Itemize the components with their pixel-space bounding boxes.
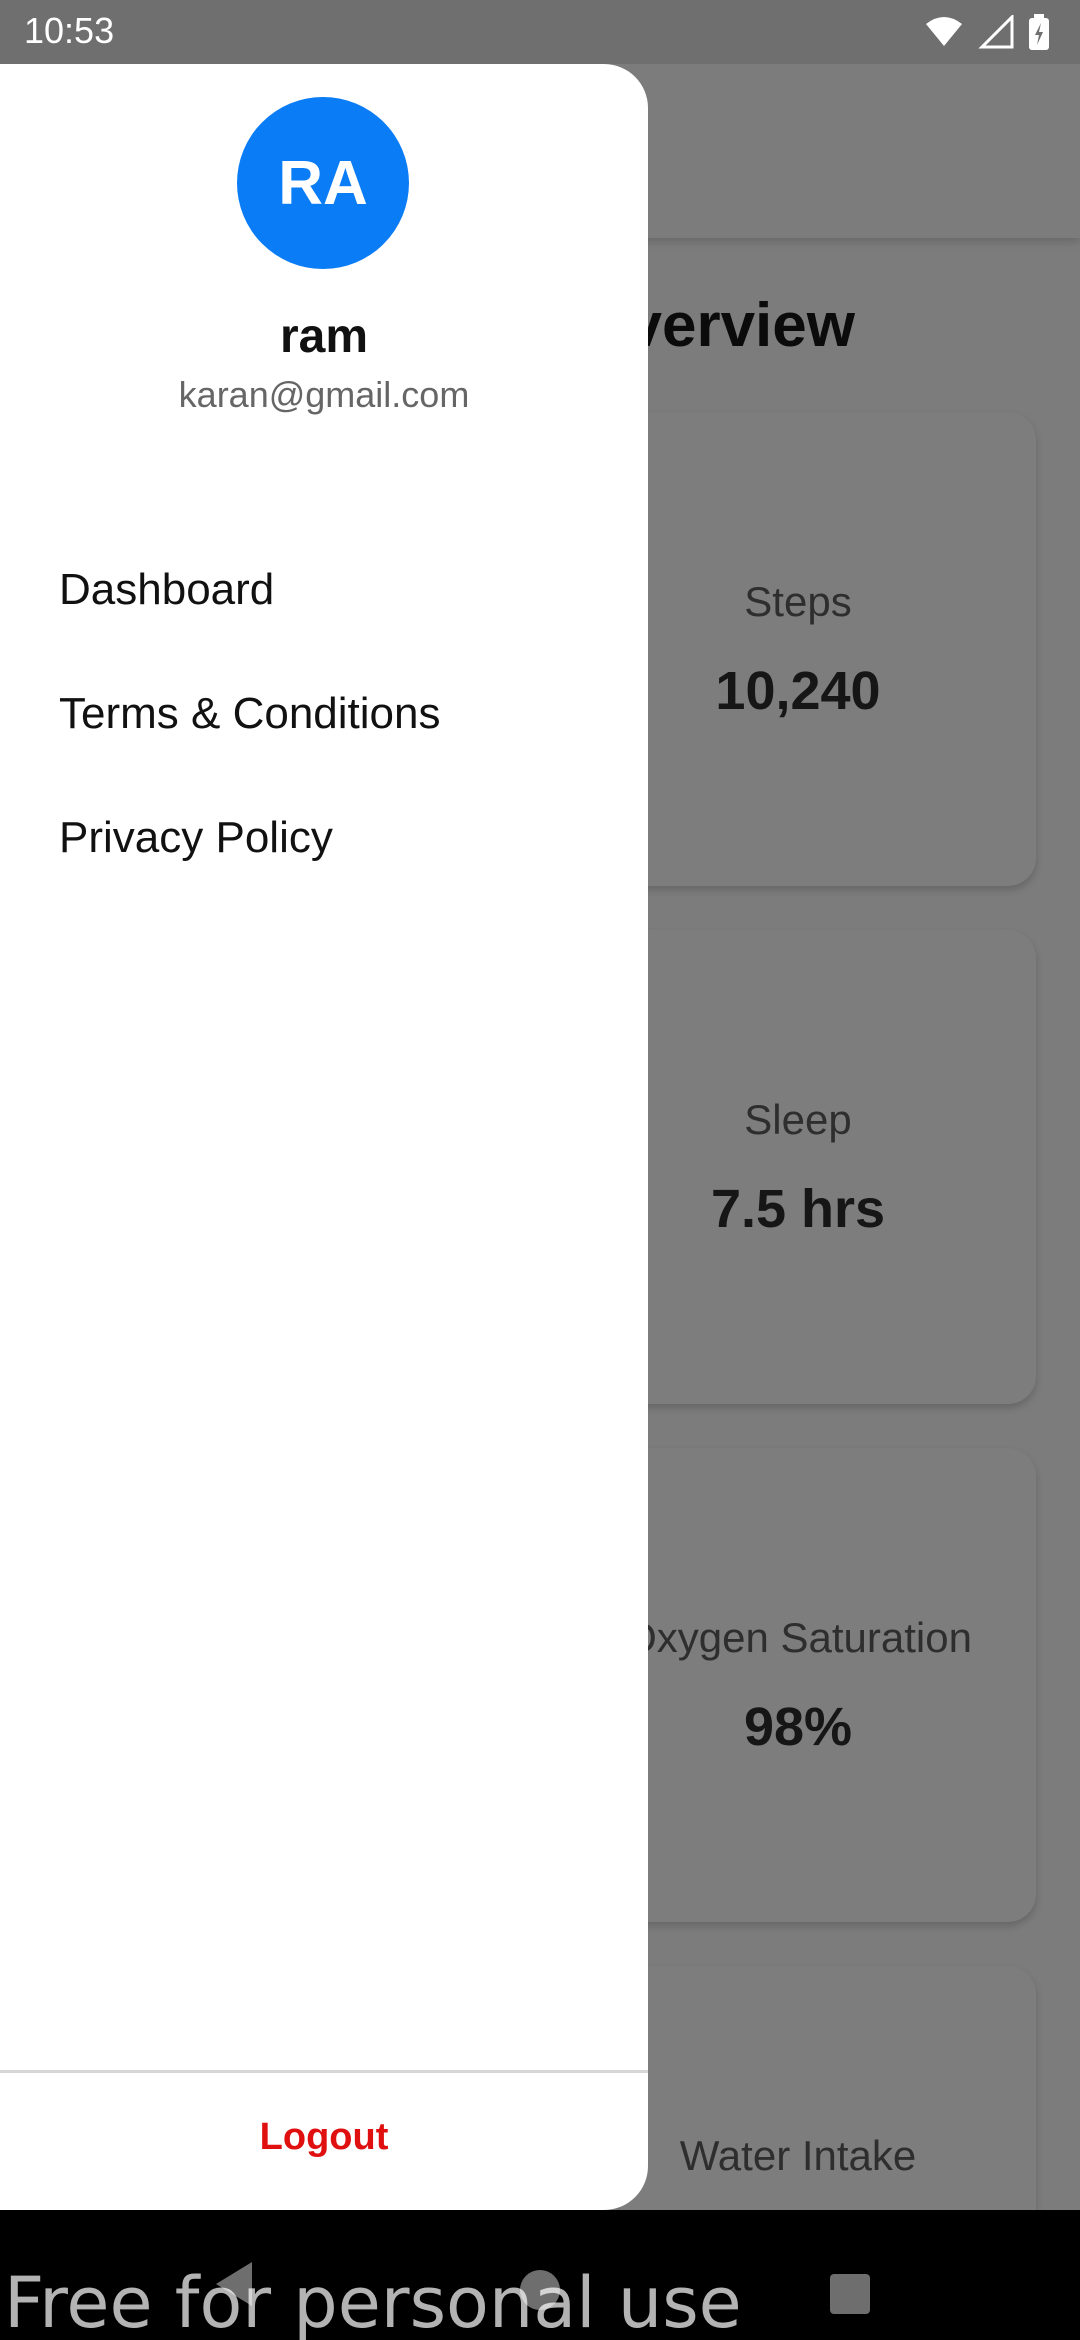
oxygen-label: Oxygen Saturation: [624, 1614, 972, 1661]
battery-icon: [1029, 14, 1049, 50]
logout-button[interactable]: Logout: [0, 2116, 648, 2159]
oxygen-card[interactable]: [620, 1448, 1036, 1922]
menu-item-privacy[interactable]: Privacy Policy: [59, 813, 333, 863]
signal-icon: [978, 15, 1014, 49]
avatar: RA: [237, 97, 409, 269]
navigation-drawer: RA ram karan@gmail.com Dashboard Terms &…: [0, 64, 648, 2210]
status-time: 10:53: [24, 10, 115, 51]
sleep-label: Sleep: [744, 1096, 852, 1143]
steps-card[interactable]: [620, 412, 1036, 886]
wifi-icon: [926, 17, 962, 46]
sleep-value: 7.5 hrs: [710, 1179, 886, 1239]
steps-value: 10,240: [715, 661, 881, 721]
status-icons: [924, 12, 1050, 52]
menu-item-terms[interactable]: Terms & Conditions: [59, 689, 440, 739]
steps-label: Steps: [744, 578, 852, 625]
oxygen-value: 98%: [743, 1697, 853, 1757]
recents-icon[interactable]: [830, 2274, 870, 2314]
menu-item-dashboard[interactable]: Dashboard: [59, 565, 274, 615]
status-bar: 10:53: [0, 0, 1080, 64]
user-name: ram: [279, 310, 369, 363]
watermark-text: Free for personal use: [4, 2262, 742, 2340]
sleep-card[interactable]: [620, 930, 1036, 1404]
user-email: karan@gmail.com: [178, 374, 470, 415]
water-label: Water Intake: [679, 2132, 917, 2179]
drawer-divider: [0, 2070, 648, 2073]
